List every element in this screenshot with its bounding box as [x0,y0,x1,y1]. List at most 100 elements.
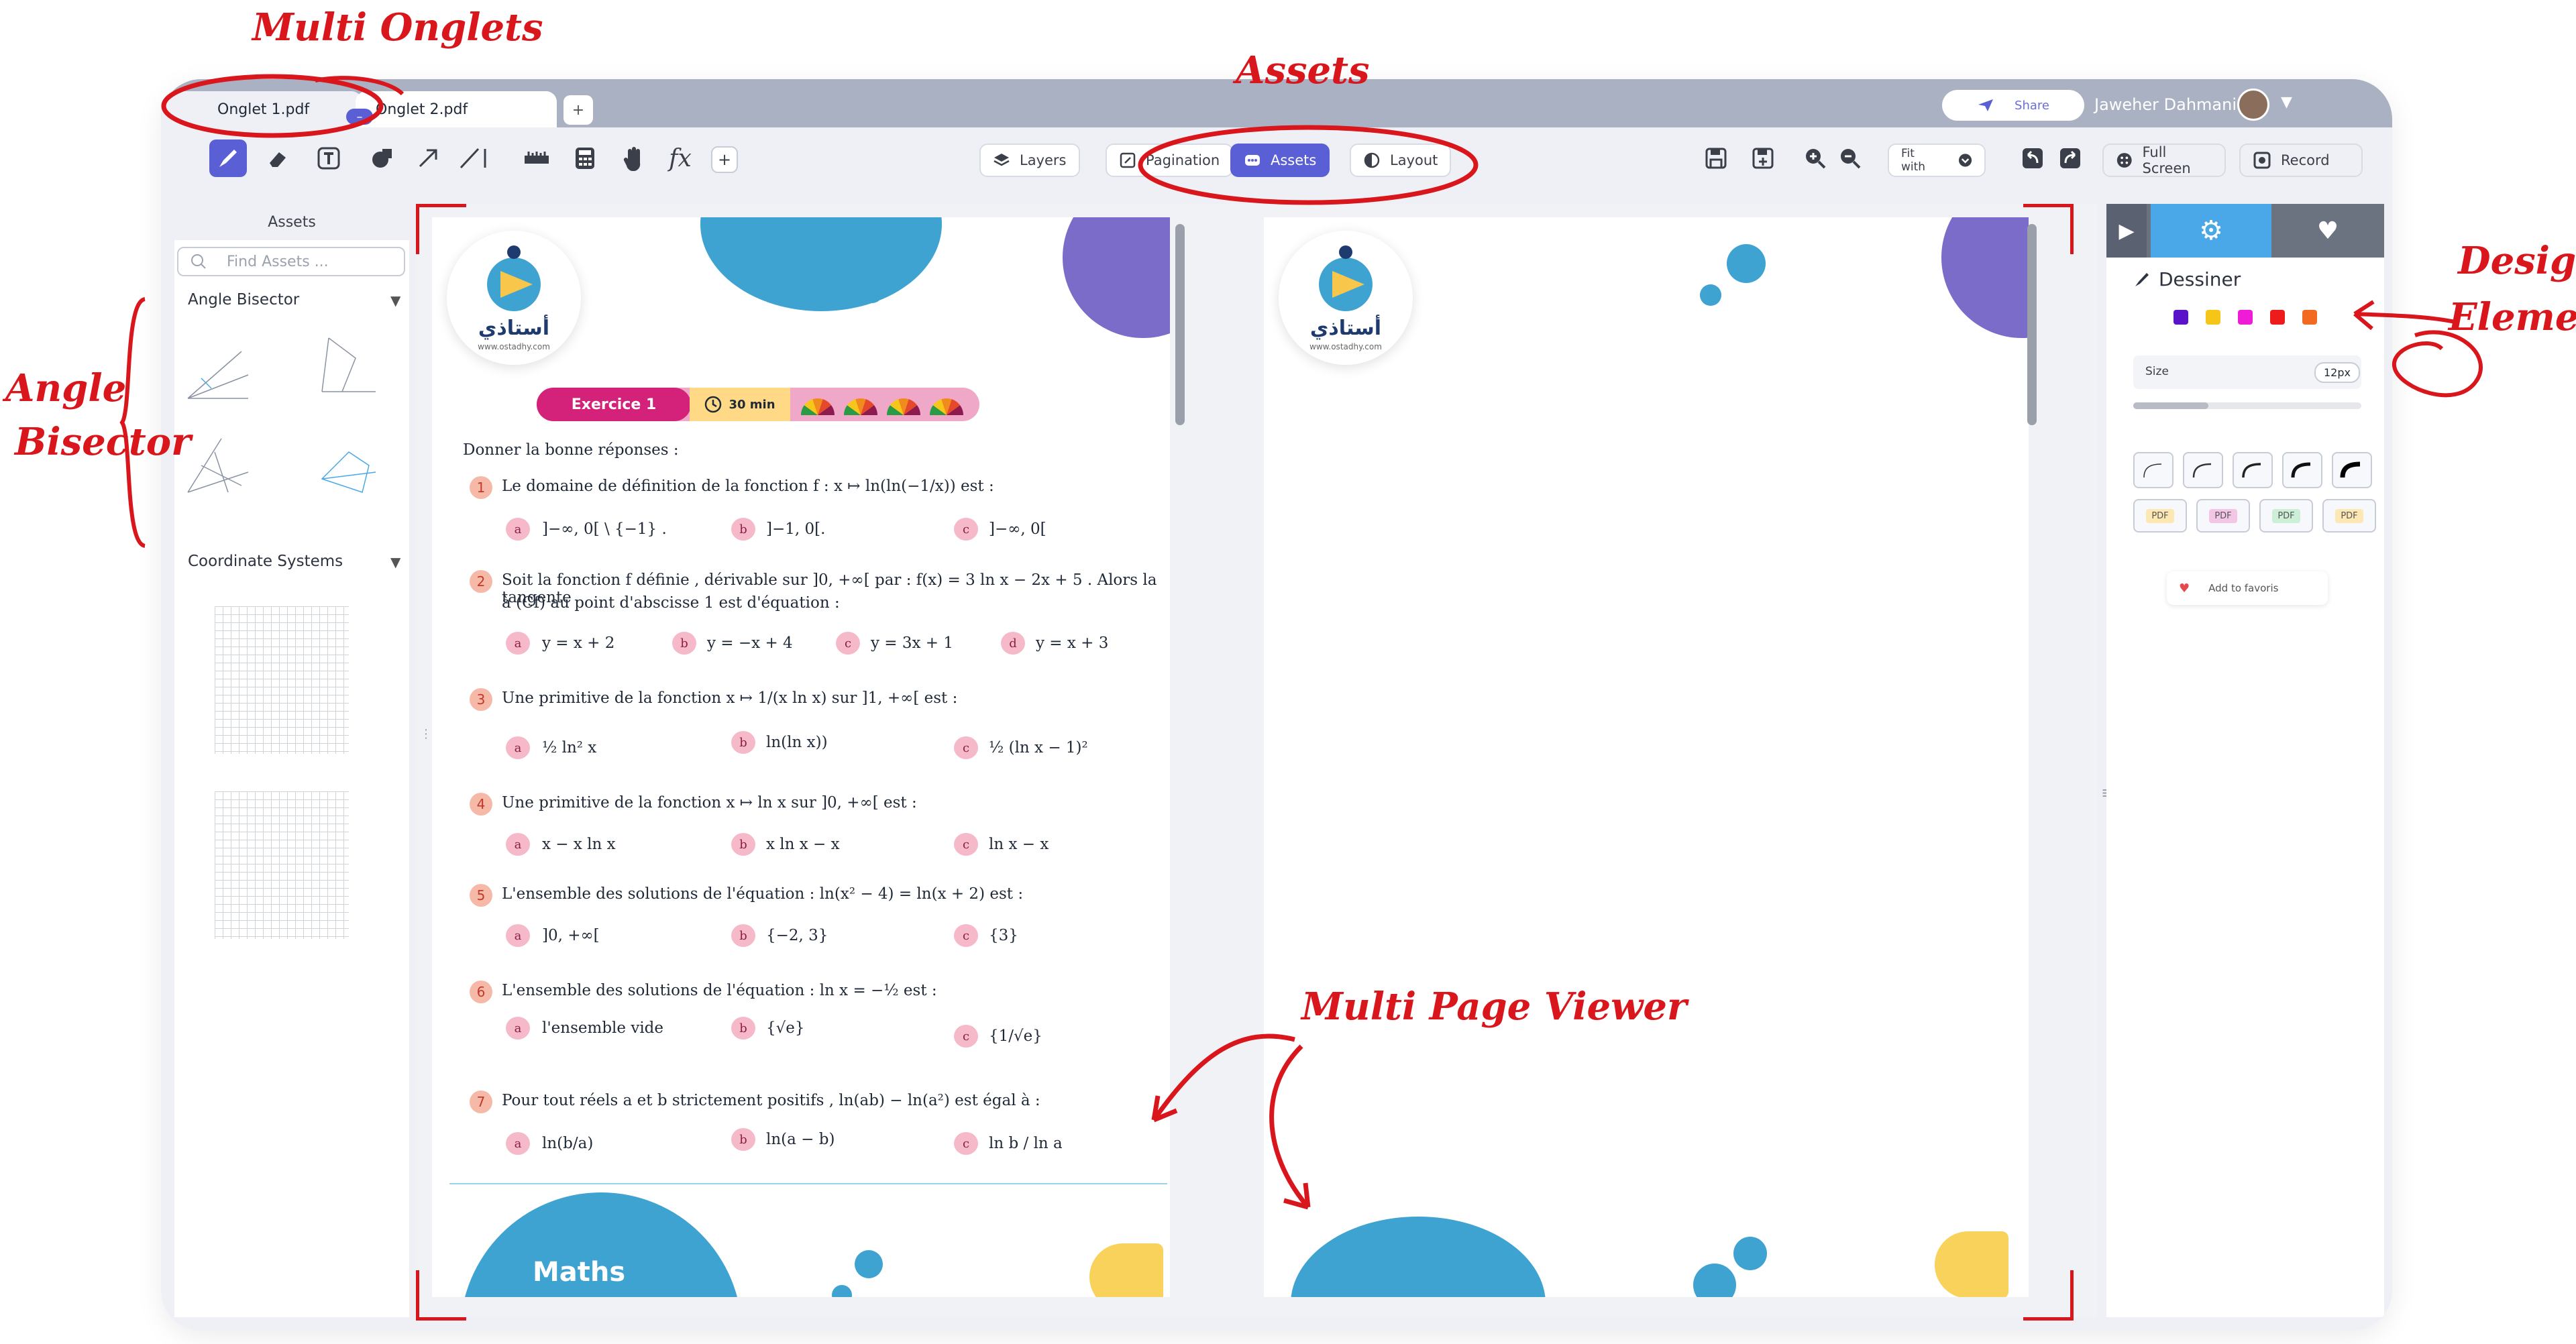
coordinate-grid-thumbnail[interactable] [215,791,349,939]
pdf-template-button[interactable]: PDF [2259,499,2313,533]
assets-panel-tab[interactable]: Assets [174,204,409,240]
formula-icon[interactable]: fx [661,139,699,177]
redo-icon[interactable] [2051,139,2089,177]
add-tool-button[interactable]: + [711,146,738,173]
add-to-favorites-button[interactable]: ♥ Add to favoris [2167,571,2328,605]
save-as-icon[interactable] [1744,139,1782,177]
share-button[interactable]: Share [1942,90,2084,121]
viewer-corner-marker [416,204,466,254]
pdf-template-button[interactable]: PDF [2322,499,2376,533]
calculator-icon[interactable] [566,139,604,177]
stroke-style-button[interactable] [2332,452,2372,488]
option-mark[interactable]: c [836,632,860,655]
option-mark[interactable]: a [506,833,530,856]
fullscreen-icon [2116,153,2132,168]
option-text: {1/√e} [989,1027,1042,1045]
zoom-out-icon[interactable] [1831,139,1869,177]
record-button[interactable]: Record [2239,144,2363,177]
page-scrollbar[interactable] [2027,224,2037,425]
angle-bisector-thumbnail[interactable] [181,338,255,405]
chevron-down-icon[interactable]: ▼ [390,554,400,570]
chevron-down-icon[interactable]: ▼ [390,292,400,309]
decorative-cone [1089,1243,1163,1297]
option-mark[interactable]: a [506,518,530,541]
option-text: ln x − x [989,836,1049,853]
undo-icon[interactable] [2014,139,2051,177]
color-swatch[interactable] [2270,310,2285,325]
option-mark[interactable]: d [1001,632,1025,655]
play-icon[interactable]: ▶ [2106,204,2147,258]
zoom-in-icon[interactable] [1796,139,1834,177]
option-mark[interactable]: c [954,518,978,541]
decorative-blob [1063,217,1170,338]
share-icon [1978,99,1994,111]
color-swatch[interactable] [2238,310,2253,325]
search-input[interactable]: Find Assets ... [177,247,405,276]
ruler-icon[interactable] [518,139,555,177]
stroke-style-button[interactable] [2282,452,2322,488]
option-mark[interactable]: c [954,1132,978,1155]
option-mark[interactable]: b [672,632,696,655]
size-slider[interactable] [2133,402,2361,409]
option-text: {−2, 3} [766,927,828,944]
stroke-style-button[interactable] [2183,452,2223,488]
layers-button[interactable]: Layers [979,144,1080,177]
option-mark[interactable]: c [954,1025,978,1048]
gear-icon[interactable]: ⚙ [2151,204,2271,258]
color-swatch[interactable] [2206,310,2220,325]
option-text: x − x ln x [542,836,616,853]
pdf-template-button[interactable]: PDF [2133,499,2187,533]
angle-bisector-thumbnail[interactable] [309,432,382,499]
option-mark[interactable]: c [954,924,978,947]
heart-icon: ♥ [2179,581,2190,596]
option-mark[interactable]: a [506,736,530,759]
line-tool-icon[interactable] [456,139,494,177]
time-label: 30 min [729,397,775,412]
heart-icon[interactable]: ♥ [2271,204,2384,258]
pdf-label: PDF [2272,508,2300,523]
option-mark[interactable]: c [954,833,978,856]
exercise-header: Exercice 1 30 min [537,388,979,421]
coordinate-grid-thumbnail[interactable] [215,606,349,754]
option-mark[interactable]: b [731,731,755,754]
chevron-down-icon[interactable]: ▼ [2281,94,2292,111]
color-swatch[interactable] [2302,310,2317,325]
save-icon[interactable] [1697,139,1735,177]
stroke-style-button[interactable] [2133,452,2174,488]
logo: أستاذي www.ostadhy.com [1279,231,1413,365]
avatar[interactable] [2237,89,2269,121]
option-mark[interactable]: a [506,1132,530,1155]
logo-text: أستاذي [1309,317,1382,340]
hand-pan-icon[interactable] [614,139,652,177]
stroke-style-button[interactable] [2233,452,2273,488]
option-mark[interactable]: b [731,1128,755,1151]
zoom-select[interactable]: Fit with [1888,144,1986,177]
page-scrollbar[interactable] [1175,224,1185,425]
angle-bisector-thumbnail[interactable] [309,331,382,398]
resize-handle-icon[interactable]: ⋮ [420,727,432,741]
option-mark[interactable]: a [506,632,530,655]
option-text: ln(ln x)) [766,734,828,751]
zoom-label: Fit with [1901,147,1926,174]
option-text: {3} [989,927,1018,944]
option-mark[interactable]: b [731,1017,755,1040]
option-text: ln(a − b) [766,1131,835,1148]
question-text: Pour tout réels a et b strictement posit… [502,1092,1040,1109]
option-text: ]0, +∞[ [542,927,600,944]
color-swatch[interactable] [2174,310,2188,325]
option-mark[interactable]: a [506,924,530,947]
angle-bisector-thumbnail[interactable] [181,432,255,499]
option-mark[interactable]: b [731,833,755,856]
option-mark[interactable]: b [731,924,755,947]
option-mark[interactable]: b [731,518,755,541]
section-title-coordinate-systems: Coordinate Systems [188,553,343,570]
option-text: y = x + 2 [542,634,615,652]
pdf-template-button[interactable]: PDF [2196,499,2250,533]
option-mark[interactable]: a [506,1017,530,1040]
share-label: Share [2015,98,2049,113]
option-mark[interactable]: c [954,736,978,759]
question-number: 1 [470,476,492,499]
fullscreen-button[interactable]: Full Screen [2102,144,2226,177]
option-text: y = −x + 4 [707,634,793,652]
add-tab-button[interactable]: + [564,95,593,125]
